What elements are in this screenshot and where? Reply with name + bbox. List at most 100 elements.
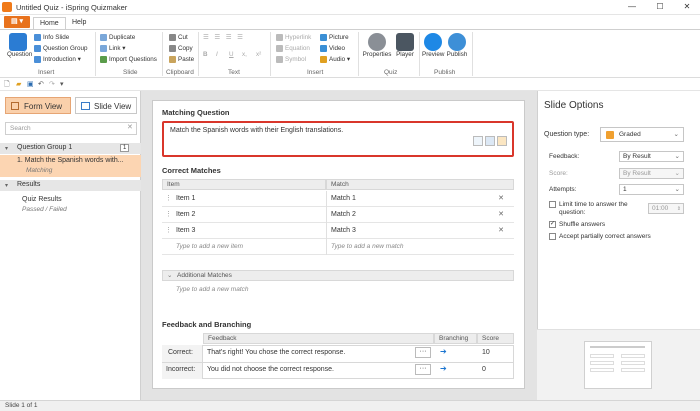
question-group-label: Question Group 1 [17, 144, 73, 151]
audio-button[interactable]: Audio ▾ [320, 56, 350, 63]
equation-button[interactable]: Equation [276, 45, 310, 52]
attempts-select[interactable]: 1 ⌄ [619, 184, 684, 195]
app-logo-icon [2, 2, 12, 12]
question-text-field[interactable]: Match the Spanish words with their Engli… [162, 121, 514, 157]
hyperlink-button[interactable]: Hyperlink [276, 34, 311, 41]
form-view-button[interactable]: Form View [5, 97, 71, 114]
delete-row-icon[interactable]: ✕ [498, 191, 504, 206]
delete-row-icon[interactable]: ✕ [498, 223, 504, 238]
close-button[interactable]: ✕ [678, 1, 696, 13]
undo-icon[interactable]: ↶ [38, 80, 44, 88]
group-label-insert-media: Insert [307, 69, 324, 76]
spinner-icon[interactable]: ⇕ [677, 204, 681, 214]
drag-handle-icon[interactable]: ⋮ [165, 223, 172, 238]
duplicate-button[interactable]: Duplicate [100, 34, 135, 41]
incorrect-feedback-more-button[interactable]: ··· [415, 364, 431, 375]
group-label-text: Text [228, 69, 240, 76]
slide-thumbnail[interactable] [584, 341, 652, 389]
underline-button[interactable]: U [229, 51, 234, 58]
question-group-button[interactable]: Question Group [34, 45, 87, 52]
collapse-arrow-icon[interactable]: ⌄ [167, 271, 172, 281]
group-label-insert: Insert [38, 69, 55, 76]
introduction-button[interactable]: Introduction ▾ [34, 56, 81, 63]
column-divider [326, 191, 327, 255]
drag-handle-icon[interactable]: ⋮ [165, 207, 172, 222]
new-item-input[interactable]: Type to add a new item [176, 239, 243, 254]
publish-button[interactable]: Publish [446, 33, 468, 58]
time-limit-input[interactable]: 01:00 ⇕ [648, 203, 684, 214]
correct-branching-arrow-icon[interactable]: ➔ [440, 347, 447, 356]
delete-row-icon[interactable]: ✕ [498, 207, 504, 222]
shuffle-checkbox[interactable]: ✓ [549, 221, 556, 228]
redo-icon[interactable]: ↷ [49, 80, 55, 88]
file-menu-button[interactable]: ▤ ▾ [4, 16, 30, 28]
feedback-select[interactable]: By Result ⌄ [619, 151, 684, 162]
form-view-icon [11, 102, 19, 110]
quiz-results-item[interactable]: Quiz Results [22, 196, 62, 203]
list-format-buttons[interactable]: ☰ ☰ ☰ ☰ [203, 34, 245, 41]
properties-button[interactable]: Properties [362, 33, 392, 58]
maximize-button[interactable]: ☐ [651, 1, 669, 13]
minimize-button[interactable]: — [623, 1, 641, 13]
open-folder-icon[interactable]: ▰ [16, 80, 21, 88]
insert-video-icon[interactable] [485, 136, 495, 146]
collapse-arrow-icon[interactable]: ▾ [5, 145, 8, 152]
video-button[interactable]: Video [320, 45, 345, 52]
tab-help[interactable]: Help [66, 17, 92, 29]
group-label-slide: Slide [123, 69, 138, 76]
search-input[interactable]: Search [5, 122, 137, 135]
table-row[interactable]: ⋮ Item 2 Match 2 ✕ [162, 207, 514, 223]
additional-matches-header[interactable]: ⌄ Additional Matches [162, 270, 514, 281]
bold-button[interactable]: B [203, 51, 208, 58]
drag-handle-icon[interactable]: ⋮ [165, 191, 172, 206]
slide-list-pane [0, 91, 141, 400]
new-match-input[interactable]: Type to add a new match [331, 239, 404, 254]
slide-view-button[interactable]: Slide View [75, 97, 137, 114]
save-icon[interactable]: ▣ [27, 80, 34, 88]
correct-feedback-more-button[interactable]: ··· [415, 347, 431, 358]
correct-feedback-input[interactable]: That's right! You chose the correct resp… [207, 349, 345, 356]
score-select[interactable]: By Result ⌄ [619, 168, 684, 179]
incorrect-feedback-input[interactable]: You did not choose the correct response. [207, 366, 334, 373]
copy-button[interactable]: Copy [169, 45, 193, 52]
question-type-select[interactable]: Graded ⌄ [600, 127, 684, 142]
customize-toolbar-icon[interactable]: ▾ [60, 80, 64, 88]
preview-button[interactable]: Preview [422, 33, 444, 58]
cut-button[interactable]: Cut [169, 34, 188, 41]
table-row[interactable]: ⋮ Item 3 Match 3 ✕ [162, 223, 514, 239]
partial-credit-checkbox[interactable] [549, 233, 556, 240]
table-row[interactable]: ⋮ Item 1 Match 1 ✕ [162, 191, 514, 207]
quick-access-toolbar [0, 78, 700, 91]
question-group-icon [34, 45, 41, 52]
picture-button[interactable]: Picture [320, 34, 349, 41]
collapse-arrow-icon[interactable]: ▾ [5, 182, 8, 189]
superscript-button[interactable]: x² [256, 51, 261, 58]
new-file-icon[interactable]: 🗋 [4, 80, 10, 91]
italic-button[interactable]: I [216, 51, 218, 58]
insert-audio-icon[interactable] [497, 136, 507, 146]
results-label: Results [17, 181, 41, 188]
paste-button[interactable]: Paste [169, 56, 194, 63]
info-slide-button[interactable]: Info Slide [34, 34, 69, 41]
ribbon-separator [358, 32, 359, 76]
question-button[interactable]: Question [7, 33, 32, 58]
status-bar: Slide 1 of 1 [0, 400, 700, 411]
player-icon [396, 33, 414, 51]
incorrect-label: Incorrect: [166, 366, 196, 373]
subscript-button[interactable]: x, [242, 51, 247, 58]
link-button[interactable]: Link ▾ [100, 45, 125, 52]
scissors-icon [169, 34, 176, 41]
additional-match-input[interactable]: Type to add a new match [176, 286, 249, 293]
chevron-down-icon: ⌄ [674, 186, 680, 193]
incorrect-branching-arrow-icon[interactable]: ➔ [440, 364, 447, 373]
limit-time-checkbox[interactable] [549, 201, 556, 208]
new-match-row[interactable]: Type to add a new item Type to add a new… [162, 239, 514, 255]
import-questions-button[interactable]: Import Questions [100, 56, 157, 63]
clear-search-icon[interactable]: ✕ [127, 123, 133, 131]
player-button[interactable]: Player [394, 33, 416, 58]
incorrect-score-input[interactable]: 0 [482, 366, 486, 373]
symbol-button[interactable]: Symbol [276, 56, 306, 63]
correct-score-input[interactable]: 10 [482, 349, 490, 356]
link-icon [100, 45, 107, 52]
insert-picture-icon[interactable] [473, 136, 483, 146]
